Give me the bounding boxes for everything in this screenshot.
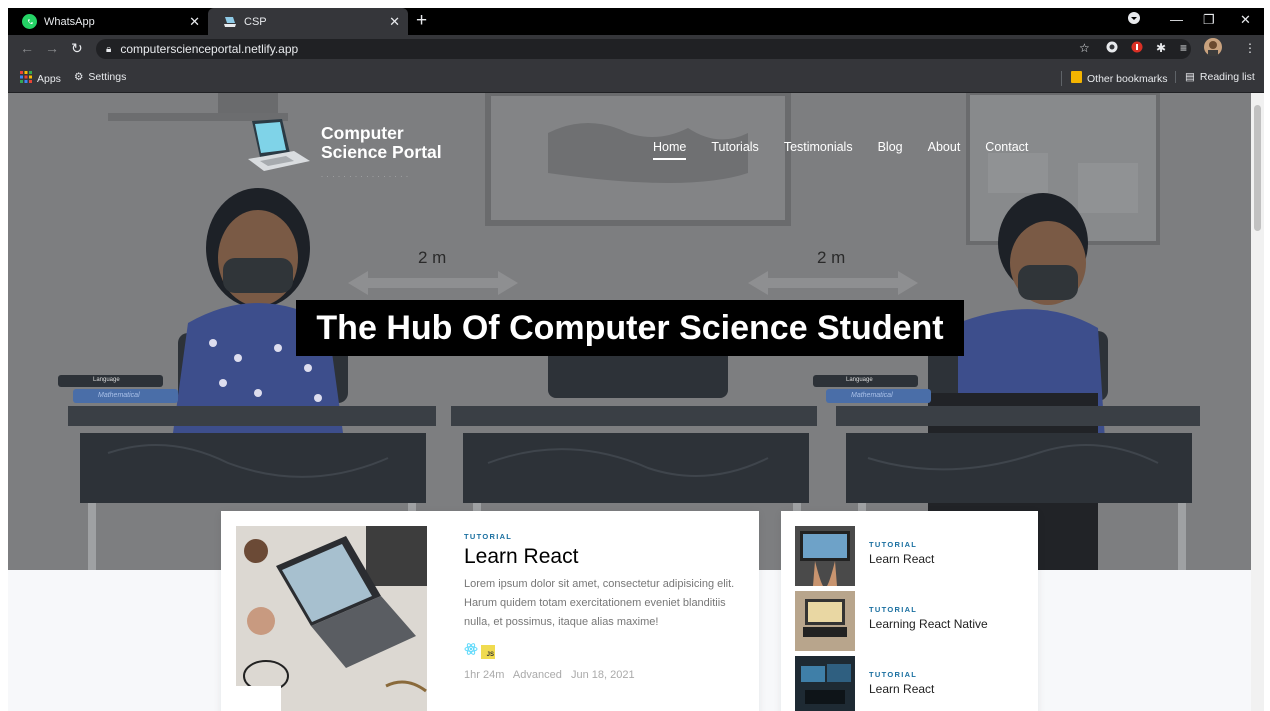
new-tab-icon[interactable]: +	[416, 10, 427, 32]
distance-label: 2 m	[418, 248, 447, 267]
lock-icon: 🔒︎	[106, 43, 112, 55]
bookmark-label: Apps	[37, 72, 61, 85]
distance-label: 2 m	[817, 248, 846, 267]
address-toolbar: ← → ↻ 🔒︎ computerscienceportal.netlify.a…	[8, 35, 1264, 63]
headline-part: Hub	[386, 308, 453, 347]
featured-excerpt: Lorem ipsum dolor sit amet, consectetur …	[464, 578, 735, 628]
category-label: TUTORIAL	[869, 605, 918, 614]
tab-label: WhatsApp	[44, 15, 95, 28]
featured-title[interactable]: Learn React	[464, 545, 754, 569]
headline-part: Of	[452, 308, 510, 347]
url-text: computerscienceportal.netlify.app	[120, 42, 299, 56]
bookmark-apps[interactable]: Apps	[20, 71, 61, 86]
list-item[interactable]: TUTORIAL Learn React	[795, 656, 1035, 711]
list-item[interactable]: TUTORIAL Learn React	[795, 526, 1035, 586]
featured-meta: 1hr 24m Advanced Jun 18, 2021	[464, 669, 635, 681]
javascript-icon: JS	[481, 644, 495, 659]
nav-contact[interactable]: Contact	[985, 140, 1028, 160]
tutorial-title: Learn React	[869, 552, 935, 566]
nav-about[interactable]: About	[928, 140, 961, 160]
tech-badges: JS	[464, 642, 754, 661]
extension-icon[interactable]	[1131, 41, 1143, 56]
tab-strip: WhatsApp ✕ CSP ✕ + — ❐ ✕	[8, 8, 1264, 35]
category-label: TUTORIAL	[464, 532, 513, 541]
featured-body: TUTORIAL Learn React Lorem ipsum dolor s…	[464, 532, 754, 681]
brand-line: Science Portal	[321, 142, 442, 162]
featured-image	[236, 526, 427, 711]
site-brand[interactable]: Computer Science Portal · · · · · · · · …	[321, 124, 442, 187]
bookmark-settings[interactable]: ⚙ Settings	[74, 71, 126, 83]
apps-grid-icon	[20, 71, 32, 86]
brand-tagline: · · · · · · · · · · · · · · · ·	[321, 174, 409, 180]
bookmarks-bar: Apps ⚙ Settings Other bookmarks ▤ Readin…	[8, 63, 1264, 93]
laptop-icon	[222, 14, 237, 29]
book-label: Language	[846, 377, 873, 383]
bookmark-reading-list[interactable]: ▤ Reading list	[1175, 71, 1255, 83]
nav-blog[interactable]: Blog	[878, 140, 903, 160]
close-tab-icon[interactable]: ✕	[389, 14, 400, 30]
brand-line: Computer	[321, 123, 404, 143]
menu-icon[interactable]: ⋮	[1244, 41, 1256, 55]
folder-icon	[1071, 71, 1082, 86]
tab-whatsapp[interactable]: WhatsApp ✕	[8, 8, 208, 35]
category-label: TUTORIAL	[869, 540, 918, 549]
bookmark-star-icon[interactable]: ☆	[1079, 41, 1090, 55]
bookmark-label: Other bookmarks	[1087, 72, 1168, 85]
restore-icon[interactable]: ❐	[1203, 12, 1215, 28]
bookmark-label: Reading list	[1199, 71, 1255, 83]
page-viewport: Language Mathematical Language Mathemati…	[8, 93, 1251, 711]
whatsapp-icon	[22, 14, 37, 29]
bookmark-label: Settings	[88, 71, 127, 83]
tab-label: CSP	[244, 15, 267, 28]
page-scrollbar[interactable]	[1251, 93, 1264, 711]
book-label: Mathematical	[98, 392, 140, 399]
category-label: TUTORIAL	[869, 670, 918, 679]
forward-icon[interactable]: →	[45, 40, 59, 56]
list-item[interactable]: TUTORIAL Learning React Native	[795, 591, 1035, 651]
headline-part: Computer Science Student	[509, 308, 944, 347]
reload-icon[interactable]: ↻	[71, 40, 83, 57]
scrollbar-thumb[interactable]	[1254, 105, 1261, 231]
reading-list-icon: ▤	[1185, 71, 1195, 83]
nav-tutorials[interactable]: Tutorials	[711, 140, 758, 160]
tutorial-list-card: TUTORIAL Learn React TUTORIAL Learning R…	[781, 511, 1038, 711]
nav-testimonials[interactable]: Testimonials	[784, 140, 853, 160]
headline-part: The	[316, 308, 387, 347]
featured-tutorial-card[interactable]: TUTORIAL Learn React Lorem ipsum dolor s…	[221, 511, 759, 711]
close-window-icon[interactable]: ✕	[1240, 12, 1251, 28]
browser-window: WhatsApp ✕ CSP ✕ + — ❐ ✕ ← → ↻ 🔒︎ comput…	[8, 8, 1264, 711]
address-bar[interactable]: 🔒︎ computerscienceportal.netlify.app	[96, 39, 1191, 59]
extension-icon[interactable]	[1106, 41, 1118, 56]
minimize-icon[interactable]: —	[1170, 12, 1183, 27]
close-tab-icon[interactable]: ✕	[189, 14, 200, 30]
hero-headline: The Hub Of Computer Science Student	[296, 300, 964, 356]
react-icon	[464, 642, 478, 661]
main-nav: Home Tutorials Testimonials Blog About C…	[653, 140, 1053, 160]
tab-csp[interactable]: CSP ✕	[208, 8, 408, 35]
tutorial-thumbnail	[795, 526, 855, 586]
nav-home[interactable]: Home	[653, 140, 687, 160]
avatar[interactable]	[1204, 38, 1222, 59]
back-icon[interactable]: ←	[20, 40, 34, 56]
bookmark-other[interactable]: Other bookmarks	[1061, 71, 1168, 86]
tutorial-thumbnail	[795, 656, 855, 711]
hero-section: Language Mathematical Language Mathemati…	[8, 93, 1251, 570]
site-logo-icon[interactable]	[238, 115, 318, 179]
tutorial-title: Learn React	[869, 682, 935, 696]
tutorial-title: Learning React Native	[869, 617, 988, 631]
tutorial-thumbnail	[795, 591, 855, 651]
profile-dropdown-icon[interactable]	[1128, 12, 1140, 27]
book-label: Language	[93, 377, 120, 383]
gear-icon: ⚙	[74, 71, 84, 83]
book-label: Mathematical	[851, 392, 893, 399]
puzzle-icon[interactable]: ✱	[1156, 41, 1166, 55]
reading-list-icon[interactable]: ≡	[1180, 41, 1187, 55]
